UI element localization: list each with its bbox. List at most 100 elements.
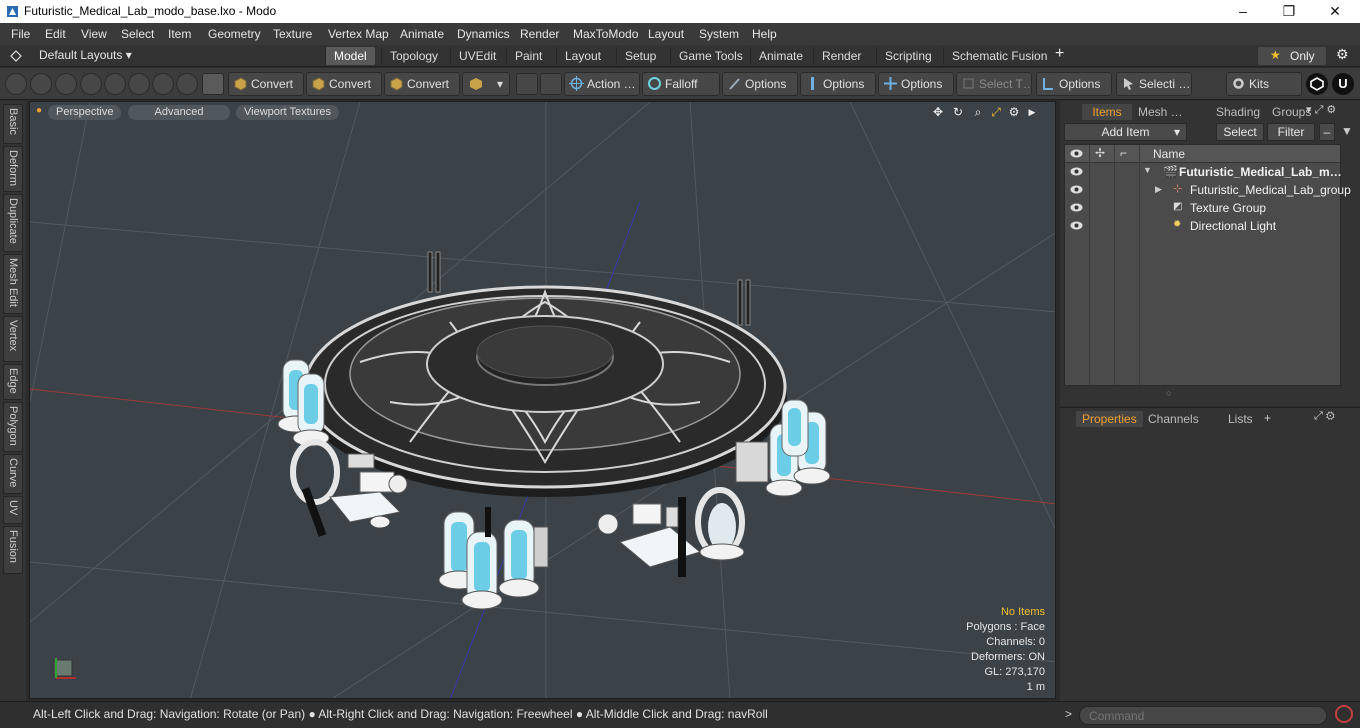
- vtab-fusion[interactable]: Fusion: [3, 526, 23, 574]
- tab-shading[interactable]: Shading: [1210, 104, 1266, 120]
- brush-icon[interactable]: [80, 73, 102, 95]
- vtab-edge[interactable]: Edge: [3, 364, 23, 400]
- vtab-uv[interactable]: UV: [3, 496, 23, 524]
- globe-icon[interactable]: [30, 73, 52, 95]
- convert-button-1[interactable]: Convert: [228, 72, 304, 96]
- options-button-3[interactable]: Options: [878, 72, 954, 96]
- vtab-deform[interactable]: Deform: [3, 146, 23, 192]
- edge-mode-icon[interactable]: [104, 73, 126, 95]
- menu-render[interactable]: Render: [520, 27, 559, 41]
- maximize-viewport-icon[interactable]: ⤢: [989, 105, 1003, 119]
- unreal-icon[interactable]: U: [1332, 73, 1354, 95]
- visibility-eye-icon[interactable]: [1070, 166, 1083, 177]
- name-column-header[interactable]: Name: [1153, 147, 1185, 161]
- tab-topology[interactable]: Topology: [381, 47, 446, 65]
- menu-animate[interactable]: Animate: [400, 27, 444, 41]
- polygon-mode-icon[interactable]: [128, 73, 150, 95]
- vertex-mode-icon[interactable]: [5, 73, 27, 95]
- menu-help[interactable]: Help: [752, 27, 777, 41]
- tab-animate[interactable]: Animate: [750, 47, 811, 65]
- collapse-icon[interactable]: –: [1319, 123, 1335, 141]
- item-mode-icon[interactable]: [152, 73, 174, 95]
- vtab-mesh-edit[interactable]: Mesh Edit: [3, 254, 23, 314]
- item-row-texture-group[interactable]: ◩ Texture Group: [1065, 199, 1340, 217]
- tab-scripting[interactable]: Scripting: [876, 47, 940, 65]
- falloff-button[interactable]: Falloff: [642, 72, 720, 96]
- vtab-curve[interactable]: Curve: [3, 454, 23, 494]
- menu-edit[interactable]: Edit: [45, 27, 66, 41]
- panel-options-icons[interactable]: ▾ ⤢ ⚙: [1306, 103, 1336, 117]
- tab-model[interactable]: Model: [325, 47, 375, 65]
- funnel-icon[interactable]: ▼: [1341, 124, 1353, 138]
- options-button-1[interactable]: Options: [722, 72, 798, 96]
- visibility-eye-icon[interactable]: [1070, 220, 1083, 231]
- add-item-dropdown[interactable]: Add Item ▾: [1064, 123, 1187, 141]
- tab-setup[interactable]: Setup: [616, 47, 664, 65]
- add-panel-tab-button[interactable]: +: [1258, 410, 1277, 426]
- 3d-viewport[interactable]: ● Perspective Advanced Viewport Textures…: [29, 101, 1056, 699]
- selection-sets-button[interactable]: Selecti …: [1116, 72, 1192, 96]
- expand-arrow-icon[interactable]: ▼: [1143, 165, 1152, 175]
- kits-button[interactable]: Kits: [1226, 72, 1302, 96]
- item-row-group[interactable]: ▶ ⊹ Futuristic_Medical_Lab_group: [1065, 181, 1351, 199]
- gear-icon[interactable]: ⚙: [1336, 46, 1349, 63]
- shield-icon[interactable]: [540, 73, 562, 95]
- options-button-2[interactable]: Options: [800, 72, 876, 96]
- panel-options-icons[interactable]: ⤢ ⚙: [1314, 410, 1335, 423]
- layout-switcher-icon[interactable]: [10, 50, 22, 62]
- tab-render[interactable]: Render: [813, 47, 869, 65]
- vtab-polygon[interactable]: Polygon: [3, 402, 23, 452]
- command-input[interactable]: [1079, 706, 1327, 725]
- zoom-view-icon[interactable]: ⌕: [971, 105, 985, 119]
- select-button[interactable]: Select: [1216, 123, 1264, 141]
- tab-uvedit[interactable]: UVEdit: [450, 47, 504, 65]
- menu-geometry[interactable]: Geometry: [208, 27, 261, 41]
- item-row-scene[interactable]: ▼ 🎬 Futuristic_Medical_Lab_m…: [1065, 163, 1342, 181]
- tab-layout[interactable]: Layout: [556, 47, 609, 65]
- menu-system[interactable]: System: [699, 27, 739, 41]
- action-center-button[interactable]: Action …: [564, 72, 640, 96]
- filter-button[interactable]: Filter: [1267, 123, 1315, 141]
- close-button[interactable]: ✕: [1312, 0, 1358, 23]
- menu-texture[interactable]: Texture: [273, 27, 312, 41]
- unity-icon[interactable]: [1306, 73, 1328, 95]
- tab-channels[interactable]: Channels: [1142, 411, 1205, 427]
- menu-vertex-map[interactable]: Vertex Map: [328, 27, 389, 41]
- vtab-vertex[interactable]: Vertex: [3, 316, 23, 362]
- tab-items[interactable]: Items: [1082, 104, 1132, 120]
- move-view-icon[interactable]: ✥: [931, 105, 945, 119]
- mesh-type-dropdown[interactable]: ▾: [462, 72, 510, 96]
- convert-button-2[interactable]: Convert: [306, 72, 382, 96]
- tab-properties[interactable]: Properties: [1076, 411, 1143, 427]
- symmetry-icon[interactable]: [516, 73, 538, 95]
- pen-icon[interactable]: [55, 73, 77, 95]
- only-toggle[interactable]: ★ Only: [1258, 47, 1326, 65]
- options-button-4[interactable]: Options: [1036, 72, 1112, 96]
- select-through-button[interactable]: Select T…: [956, 72, 1032, 96]
- convert-button-3[interactable]: Convert: [384, 72, 460, 96]
- vtab-basic[interactable]: Basic: [3, 104, 23, 144]
- viewport-textures-tab[interactable]: Viewport Textures: [236, 105, 340, 120]
- visibility-eye-icon[interactable]: [1070, 202, 1083, 213]
- advanced-tab[interactable]: Advanced: [128, 105, 230, 120]
- minimize-button[interactable]: –: [1220, 0, 1266, 23]
- rotate-view-icon[interactable]: ↻: [951, 105, 965, 119]
- record-macro-icon[interactable]: [1335, 705, 1353, 723]
- menu-dynamics[interactable]: Dynamics: [457, 27, 510, 41]
- viewport-menu-dot-icon[interactable]: ●: [36, 105, 42, 116]
- panel-resize-handle[interactable]: ○: [1166, 388, 1171, 398]
- tab-paint[interactable]: Paint: [506, 47, 550, 65]
- visibility-eye-icon[interactable]: [1070, 184, 1083, 195]
- tab-mesh[interactable]: Mesh …: [1132, 104, 1189, 120]
- maximize-button[interactable]: ❐: [1266, 0, 1312, 23]
- menu-maxtomodo[interactable]: MaxToModo: [573, 27, 638, 41]
- vtab-duplicate[interactable]: Duplicate: [3, 194, 23, 252]
- menu-item[interactable]: Item: [168, 27, 191, 41]
- menu-layout[interactable]: Layout: [648, 27, 684, 41]
- item-row-directional-light[interactable]: ✹ Directional Light: [1065, 217, 1340, 235]
- perspective-tab[interactable]: Perspective: [48, 105, 122, 120]
- tab-schematic-fusion[interactable]: Schematic Fusion: [943, 47, 1055, 65]
- menu-view[interactable]: View: [81, 27, 107, 41]
- expand-arrow-icon[interactable]: ▶: [1155, 184, 1162, 195]
- menu-select[interactable]: Select: [121, 27, 154, 41]
